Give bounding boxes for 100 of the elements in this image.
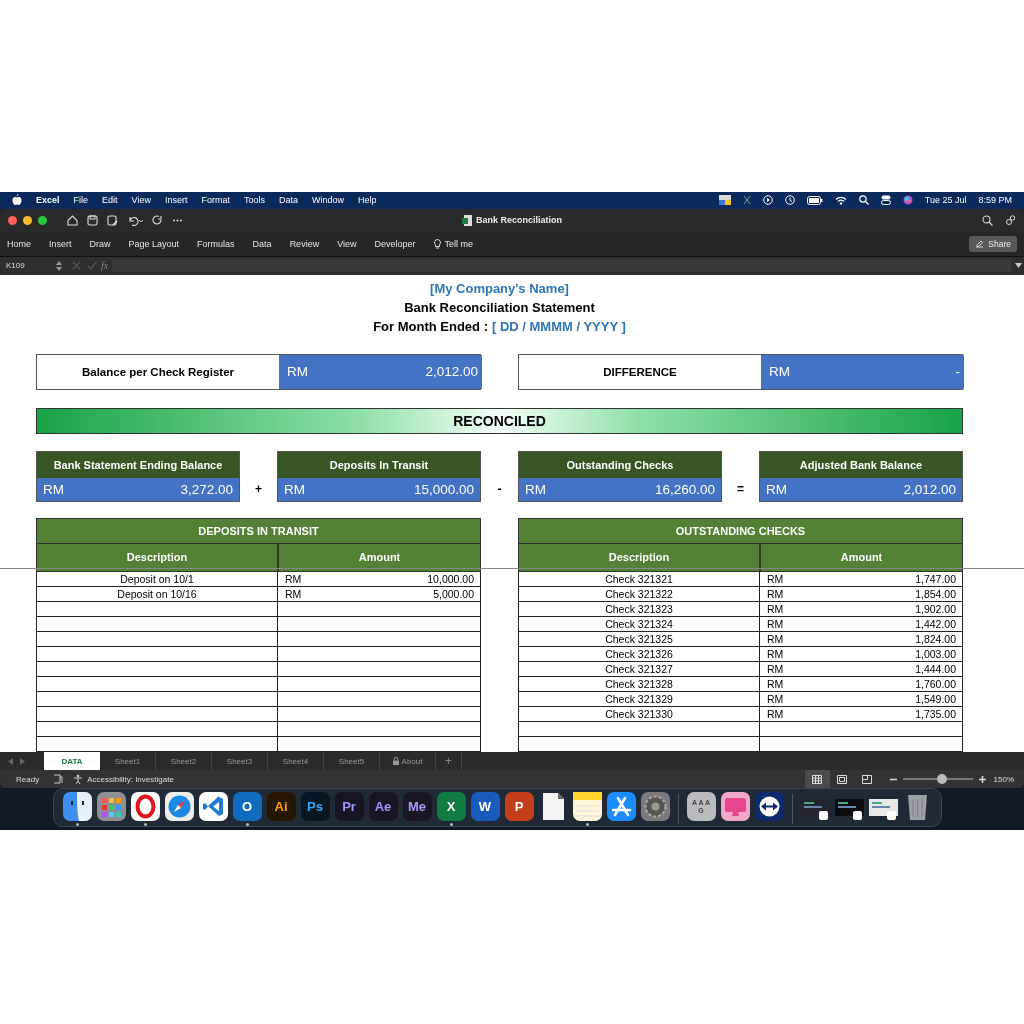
summary-value: 2,012.00 [903, 481, 956, 497]
currency-label: RM [525, 481, 546, 497]
summary-value: 3,272.00 [180, 481, 233, 497]
menu-item[interactable]: Window [312, 195, 344, 206]
amount-value: 1,442.00 [915, 616, 956, 631]
accessibility-status[interactable]: Accessibility: Investigate [87, 774, 174, 784]
summary-label: Deposits In Transit [278, 451, 480, 478]
table-cell: Check 321329 [518, 691, 760, 707]
currency-label: RM [767, 571, 784, 586]
share-button[interactable]: Share [969, 235, 1017, 252]
currency-label: RM [767, 706, 784, 721]
app-icon[interactable]: W [470, 792, 500, 822]
menu-item[interactable]: Edit [102, 195, 118, 206]
menu-item[interactable]: Tools [243, 195, 265, 206]
currency-label: RM [767, 691, 784, 706]
currency-label: RM [767, 616, 784, 631]
ribbon-tab[interactable]: Review [289, 238, 320, 249]
menubar-time: 8:59 PM [978, 195, 1012, 206]
amount-value: 1,444.00 [915, 661, 956, 676]
operator-sign: = [737, 482, 744, 497]
table-cell: Deposit on 10/16 [36, 586, 278, 602]
column-header: Amount [760, 543, 963, 572]
currency-label: RM [43, 481, 64, 497]
app-icon[interactable]: Me [402, 792, 432, 822]
table-cell: Check 321325 [518, 631, 760, 647]
summary-value: 15,000.00 [413, 481, 474, 497]
menu-item[interactable]: Insert [164, 195, 188, 206]
currency-label: RM [767, 586, 784, 601]
summary-label: Bank Statement Ending Balance [37, 451, 239, 478]
currency-label: RM [284, 481, 305, 497]
balance-value: - [955, 364, 960, 380]
zoom-percentage[interactable]: 150% [993, 774, 1014, 784]
app-icon[interactable]: X [436, 792, 466, 822]
sheet-title: Bank Reconciliation Statement [403, 298, 596, 317]
operator-sign: + [255, 482, 262, 497]
currency-label: RM [767, 676, 784, 691]
currency-label: RM [285, 571, 302, 586]
amount-value: 1,735.00 [915, 706, 956, 721]
summary-value: 16,260.00 [654, 481, 715, 497]
app-icon[interactable]: Ps [300, 792, 330, 822]
currency-label: RM [287, 364, 308, 380]
company-name: [My Company's Name] [429, 279, 570, 298]
currency-label: RM [285, 586, 302, 601]
table-cell: Check 321324 [518, 616, 760, 632]
balance-value: 2,012.00 [425, 364, 478, 380]
month-label: For Month Ended : [373, 317, 488, 336]
currency-label: RM [767, 646, 784, 661]
table-title: DEPOSITS IN TRANSIT [36, 517, 481, 544]
amount-value: 1,760.00 [915, 676, 956, 691]
app-icon[interactable]: O [232, 792, 262, 822]
currency-label: RM [767, 661, 784, 676]
menu-item[interactable]: Format [201, 195, 230, 206]
ribbon-tab[interactable]: Home [7, 238, 31, 249]
table-title: OUTSTANDING CHECKS [518, 517, 963, 544]
amount-value: 1,747.00 [915, 571, 956, 586]
app-icon[interactable]: Pr [334, 792, 364, 822]
amount-value: 1,003.00 [915, 646, 956, 661]
menu-item[interactable]: Data [278, 195, 298, 206]
app-icon[interactable]: Ai [266, 792, 296, 822]
table-cell: Check 321328 [518, 676, 760, 692]
amount-value: 5,000.00 [433, 586, 474, 601]
currency-label: RM [767, 601, 784, 616]
currency-label: RM [766, 481, 787, 497]
amount-value: 1,549.00 [915, 691, 956, 706]
table-cell: Check 321321 [518, 571, 760, 587]
app-icon[interactable]: Ae [368, 792, 398, 822]
month-value: [ DD / MMMM / YYYY ] [491, 317, 626, 336]
ribbon-tab[interactable]: Data [252, 238, 272, 249]
table-cell: Check 321327 [518, 661, 760, 677]
menu-item[interactable]: Help [358, 195, 377, 206]
menu-item[interactable]: Excel [36, 195, 60, 206]
ribbon-tab[interactable]: Developer [374, 238, 416, 249]
menu-item[interactable]: View [131, 195, 151, 206]
tell-me-search[interactable]: Tell me [433, 238, 474, 249]
ribbon-tab[interactable]: Draw [89, 238, 111, 249]
ribbon-tab[interactable]: Formulas [197, 238, 235, 249]
column-header: Description [36, 543, 278, 572]
table-cell: Check 321322 [518, 586, 760, 602]
sheet-tab[interactable]: DATA [44, 752, 100, 771]
name-box[interactable]: K109 [0, 261, 56, 271]
currency-label: RM [769, 364, 790, 380]
ribbon-tab[interactable]: View [337, 238, 357, 249]
summary-label: Adjusted Bank Balance [760, 451, 962, 478]
ribbon-tab[interactable]: Page Layout [128, 238, 180, 249]
status-banner: RECONCILED [36, 407, 963, 434]
operator-sign: - [497, 482, 502, 497]
function-button[interactable]: fx [101, 260, 109, 272]
summary-label: Outstanding Checks [519, 451, 721, 478]
amount-value: 1,854.00 [915, 586, 956, 601]
table-cell: Check 321330 [518, 706, 760, 722]
column-header: Description [518, 543, 760, 572]
window-title: Bank Reconciliation [476, 215, 562, 226]
menu-item[interactable]: File [73, 195, 89, 206]
status-text: Ready [16, 774, 40, 784]
amount-value: 10,000.00 [427, 571, 474, 586]
amount-value: 1,902.00 [915, 601, 956, 616]
column-header: Amount [278, 543, 481, 572]
app-icon[interactable]: P [504, 792, 534, 822]
ribbon-tab[interactable]: Insert [49, 238, 72, 249]
currency-label: RM [767, 631, 784, 646]
